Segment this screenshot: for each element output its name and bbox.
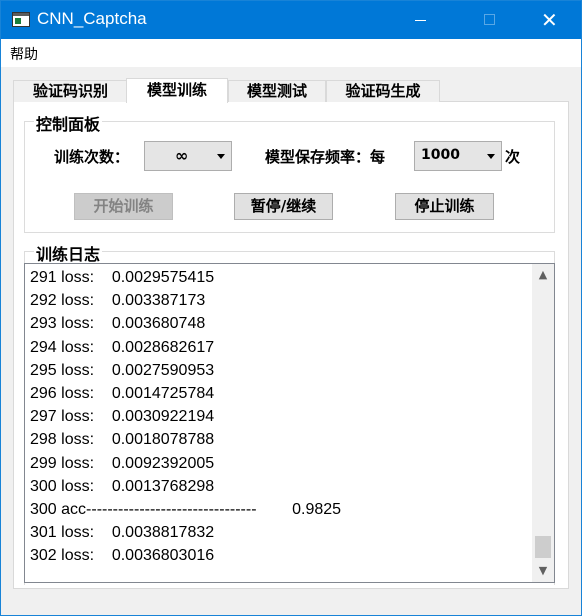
log-line: 295 loss: 0.0027590953 [30,361,215,379]
log-lines: 291 loss: 0.0029575415 292 loss: 0.003387… [30,266,341,567]
log-line: 294 loss: 0.0028682617 [30,338,215,356]
scrollbar-thumb[interactable] [535,536,551,558]
log-line: 292 loss: 0.003387173 [30,292,206,310]
tab-model-training[interactable]: 模型训练 [126,78,228,103]
menu-help[interactable]: 帮助 [10,44,38,64]
log-line: 301 loss: 0.0038817832 [30,524,215,542]
save-frequency-suffix: 次 [505,148,521,166]
log-line: 300 acc-------------------------------- … [30,500,342,518]
minimize-icon [415,20,426,21]
training-log-title: 训练日志 [34,241,103,265]
close-button[interactable]: ✕ [525,1,571,39]
log-line: 297 loss: 0.0030922194 [30,408,215,426]
app-window-icon [12,12,30,27]
save-frequency-select[interactable]: 1000 [414,141,502,171]
tab-captcha-generation[interactable]: 验证码生成 [326,80,440,102]
chevron-down-icon [217,154,225,159]
tab-model-testing[interactable]: 模型测试 [228,80,326,102]
log-line: 296 loss: 0.0014725784 [30,384,215,402]
maximize-icon [484,14,495,25]
scroll-down-arrow-icon[interactable]: ▼ [532,560,554,582]
train-count-label: 训练次数： [54,148,130,166]
log-scrollbar[interactable]: ▲ ▼ [532,264,554,582]
start-training-button[interactable]: 开始训练 [74,193,173,220]
control-panel-title: 控制面板 [34,111,103,135]
log-line: 291 loss: 0.0029575415 [30,269,215,286]
log-line: 293 loss: 0.003680748 [30,315,206,333]
pause-resume-button[interactable]: 暂停/继续 [234,193,333,220]
train-count-value: ∞ [175,146,189,165]
tab-captcha-recognition[interactable]: 验证码识别 [13,80,128,102]
save-frequency-label: 模型保存频率：每 [265,148,386,166]
close-icon: ✕ [541,8,558,32]
chevron-down-icon [487,154,495,159]
maximize-button [467,1,513,39]
train-count-select[interactable]: ∞ [144,141,232,171]
stop-training-button[interactable]: 停止训练 [395,193,494,220]
menu-bar: 帮助 [1,39,581,67]
log-line: 298 loss: 0.0018078788 [30,431,215,449]
save-frequency-value: 1000 [421,147,460,163]
title-bar[interactable]: CNN_Captcha ✕ [1,1,581,39]
log-line: 299 loss: 0.0092392005 [30,454,215,472]
window-title: CNN_Captcha [37,9,147,28]
scroll-up-arrow-icon[interactable]: ▲ [532,264,554,286]
log-line: 300 loss: 0.0013768298 [30,477,215,495]
log-line: 302 loss: 0.0036803016 [30,547,215,565]
training-log-textarea[interactable]: 291 loss: 0.0029575415 292 loss: 0.003387… [24,263,555,583]
minimize-button[interactable] [397,1,443,39]
app-window: CNN_Captcha ✕ 帮助 验证码识别 模型训练 模型测试 验证码生成 控… [0,0,582,616]
